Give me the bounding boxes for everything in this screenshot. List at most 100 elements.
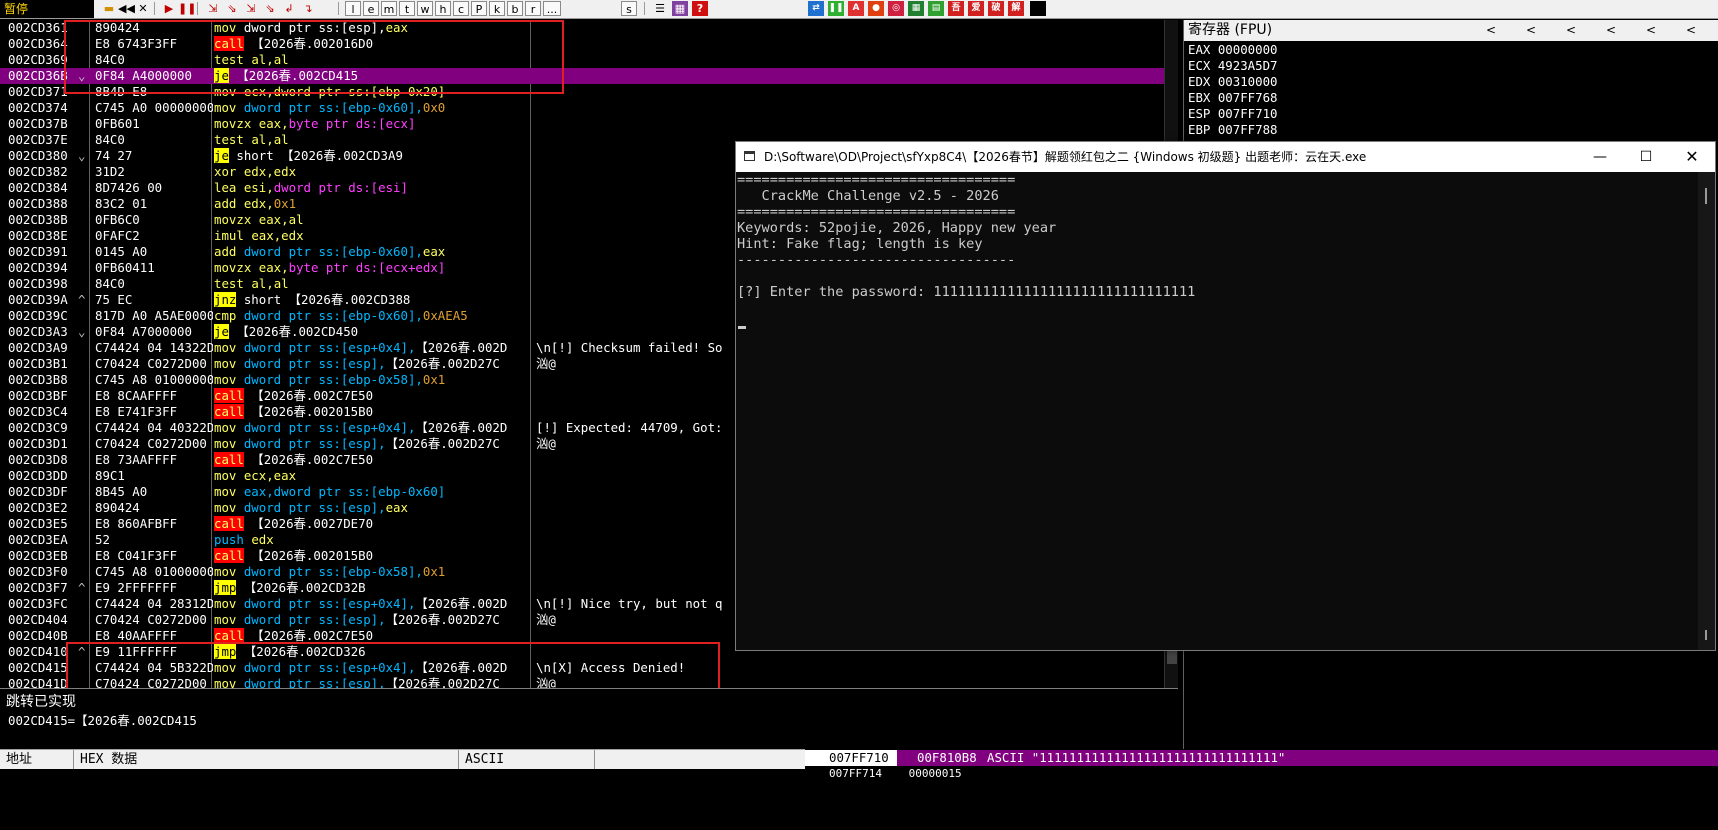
- chevron-left-icon[interactable]: <: [1686, 20, 1696, 41]
- trace-into-icon[interactable]: ⇲: [243, 1, 259, 16]
- disasm-address: 002CD371: [8, 84, 68, 99]
- disasm-address: 002CD3E5: [8, 516, 68, 531]
- instruction-token: mov: [214, 340, 244, 355]
- disasm-address: 002CD380: [8, 148, 68, 163]
- instruction-token: al,al: [251, 132, 289, 147]
- plugin-layout-icon[interactable]: ▤: [928, 1, 944, 16]
- execute-till-return-icon[interactable]: ↲: [281, 1, 297, 16]
- plugin-po-button[interactable]: 破: [988, 1, 1004, 16]
- plugin-ai-button[interactable]: 爱: [968, 1, 984, 16]
- dump-col-ascii[interactable]: ASCII: [459, 750, 595, 770]
- window-button-breakpoints[interactable]: b: [507, 1, 523, 16]
- disasm-hex-bytes: E8 C041F3FF: [95, 548, 178, 563]
- console-line-password-prompt[interactable]: [?] Enter the password: 1111111111111111…: [737, 284, 1195, 300]
- disasm-hex-bytes: E8 E741F3FF: [95, 404, 178, 419]
- stack-row-selected[interactable]: 007FF710 00F810B8 ASCII "111111111111111…: [805, 750, 1718, 766]
- instruction-token: byte ptr ds:[ecx]: [288, 116, 416, 131]
- register-edx[interactable]: EDX 00310000: [1188, 74, 1278, 90]
- dump-col-address[interactable]: 地址: [0, 750, 74, 770]
- plugin-grid-icon[interactable]: ▦: [908, 1, 924, 16]
- disasm-instruction: mov dword ptr ss:[ebp-0x58],0x1: [214, 372, 445, 388]
- disasm-hex-bytes: 74 27: [95, 148, 133, 163]
- console-line-rule: ==================================: [737, 204, 1016, 220]
- instruction-token: lea: [214, 180, 244, 195]
- plugin-wu-button[interactable]: 吾: [948, 1, 964, 16]
- restart-icon[interactable]: ◀◀: [118, 1, 135, 16]
- window-button-log[interactable]: l: [345, 1, 361, 16]
- maximize-button[interactable]: ☐: [1623, 142, 1669, 172]
- window-button-memory[interactable]: m: [381, 1, 397, 16]
- disasm-address: 002CD36B: [8, 68, 68, 83]
- appearance-icon[interactable]: ▦: [672, 1, 688, 16]
- open-file-icon[interactable]: ▬: [101, 1, 117, 16]
- console-title-bar[interactable]: D:\Software\OD\Project\sfYxp8C4\【2026春节】…: [736, 142, 1715, 172]
- console-scrollbar[interactable]: [1698, 172, 1715, 650]
- step-into-icon[interactable]: ⇲: [205, 1, 221, 16]
- step-over-icon[interactable]: ⇘: [224, 1, 240, 16]
- window-button-executables[interactable]: e: [363, 1, 379, 16]
- chevron-left-icon[interactable]: <: [1486, 20, 1496, 41]
- disasm-instruction: mov eax,dword ptr ss:[ebp-0x60]: [214, 484, 445, 500]
- disasm-hex-bytes: 0FAFC2: [95, 228, 140, 243]
- dump-pane[interactable]: [0, 769, 805, 774]
- register-esp[interactable]: ESP 007FF710: [1188, 106, 1278, 122]
- console-window[interactable]: D:\Software\OD\Project\sfYxp8C4\【2026春节】…: [735, 141, 1716, 651]
- chevron-left-icon[interactable]: <: [1526, 20, 1536, 41]
- window-button-windows[interactable]: w: [417, 1, 433, 16]
- chevron-left-icon[interactable]: <: [1606, 20, 1616, 41]
- help-icon[interactable]: ?: [692, 1, 708, 16]
- instruction-token: 【2026春.002D: [415, 596, 508, 611]
- instruction-token: 0xAEA5: [422, 308, 468, 323]
- disasm-hex-bytes: C74424 04 40322D00: [95, 420, 213, 435]
- dump-col-hex[interactable]: HEX 数据: [74, 750, 459, 770]
- console-output[interactable]: ================================== Crack…: [736, 172, 1698, 650]
- register-ebx[interactable]: EBX 007FF768: [1188, 90, 1278, 106]
- trace-over-icon[interactable]: ⇘: [262, 1, 278, 16]
- plugin-black-icon[interactable]: [1030, 1, 1046, 16]
- close-button[interactable]: ✕: [1669, 142, 1715, 172]
- instruction-token: call: [214, 628, 244, 643]
- register-ecx[interactable]: ECX 4923A5D7: [1188, 58, 1278, 74]
- instruction-token: movzx: [214, 116, 259, 131]
- disasm-address: 002CD391: [8, 244, 68, 259]
- window-button-threads[interactable]: t: [399, 1, 415, 16]
- disasm-instruction: mov dword ptr ss:[ebp-0x60],0x0: [214, 100, 445, 116]
- pause-icon[interactable]: ❚❚: [178, 1, 196, 16]
- disasm-address: 002CD3E2: [8, 500, 68, 515]
- plugin-jie-button[interactable]: 解: [1008, 1, 1024, 16]
- plugin-a-icon[interactable]: A: [848, 1, 864, 16]
- toolbar-separator: [197, 2, 198, 15]
- close-icon[interactable]: ✕: [135, 1, 151, 16]
- instruction-token: 0x1: [422, 372, 446, 387]
- register-ebp[interactable]: EBP 007FF788: [1188, 122, 1278, 138]
- window-button-cpu[interactable]: c: [453, 1, 469, 16]
- instruction-token: call: [214, 516, 244, 531]
- window-button-source[interactable]: s: [621, 1, 637, 16]
- window-button-run-trace[interactable]: ...: [543, 1, 561, 16]
- chevron-left-icon[interactable]: <: [1566, 20, 1576, 41]
- instruction-token: 【2026春.002C7E50: [243, 452, 374, 467]
- registers-header[interactable]: 寄存器 (FPU) < < < < < <: [1184, 20, 1718, 41]
- execute-till-user-code-icon[interactable]: ↴: [300, 1, 316, 16]
- instruction-token: eax,: [258, 116, 289, 131]
- disasm-row[interactable]: 002CD37B 0FB601 movzx eax,byte ptr ds:[ecx…: [0, 116, 1164, 132]
- window-button-call-stack[interactable]: k: [489, 1, 505, 16]
- scrollbar-thumb[interactable]: [1705, 188, 1707, 204]
- plugin-refresh-icon[interactable]: ⇄: [808, 1, 824, 16]
- minimize-button[interactable]: —: [1577, 142, 1623, 172]
- run-icon[interactable]: ▶: [161, 1, 177, 16]
- window-button-references[interactable]: r: [525, 1, 541, 16]
- options-list-icon[interactable]: ☰: [652, 1, 668, 16]
- instruction-token: jmp: [214, 580, 237, 595]
- disasm-address: 002CD38B: [8, 212, 68, 227]
- chevron-left-icon[interactable]: <: [1646, 20, 1656, 41]
- plugin-record-icon[interactable]: ●: [868, 1, 884, 16]
- disasm-row[interactable]: 002CD374 C745 A0 00000000 mov dword ptr ss…: [0, 100, 1164, 116]
- window-button-handles[interactable]: h: [435, 1, 451, 16]
- stack-pane[interactable]: 007FF710 00F810B8 ASCII "111111111111111…: [805, 749, 1718, 780]
- instruction-token: dword ptr ss:[esp+0x4],: [243, 596, 416, 611]
- window-button-patches[interactable]: P: [471, 1, 487, 16]
- register-eax[interactable]: EAX 00000000: [1188, 42, 1278, 58]
- plugin-target-icon[interactable]: ◎: [888, 1, 904, 16]
- plugin-pause-icon[interactable]: ❚❚: [828, 1, 844, 16]
